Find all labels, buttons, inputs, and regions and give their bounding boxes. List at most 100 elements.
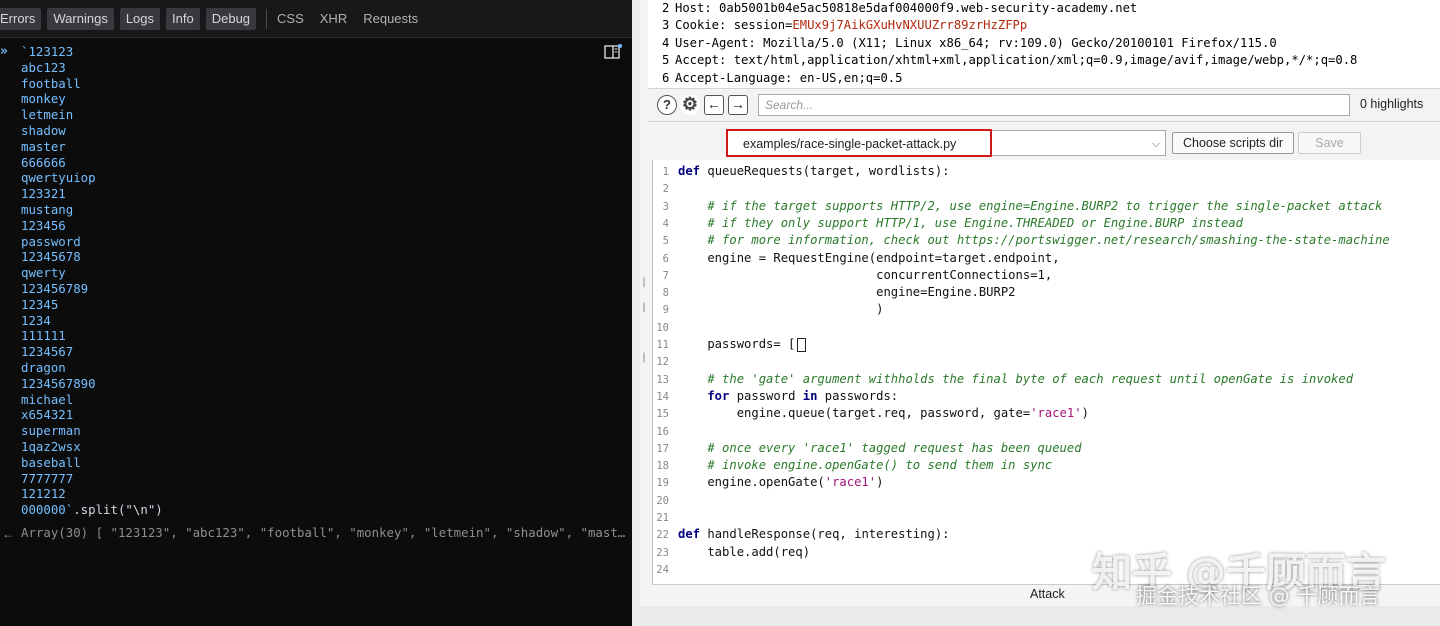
forward-arrow-icon[interactable]: → — [728, 95, 748, 115]
gutter-marks: | | | — [641, 277, 648, 363]
filter-debug-button[interactable]: Debug — [205, 7, 257, 30]
code-line: 15 engine.queue(target.req, password, ga… — [653, 405, 1440, 422]
code-text: # the 'gate' argument withholds the fina… — [678, 371, 1354, 386]
console-input-last-line: 000000`.split("\n") — [0, 502, 632, 518]
console-input-line: `123123 — [21, 44, 74, 59]
toolbar-divider — [266, 8, 268, 29]
script-code-editor[interactable]: 1 def queueRequests(target, wordlists): 2 3… — [652, 160, 1440, 584]
console-input-line: letmein — [21, 107, 74, 123]
code-line: 21 — [653, 509, 1440, 526]
console-input-line: qwerty — [21, 265, 66, 281]
line-number: 1 — [662, 166, 669, 178]
annotation-highlight-box — [726, 129, 992, 157]
code-text: engine = RequestEngine(endpoint=target.e… — [678, 250, 1060, 265]
line-number: 3 — [662, 200, 669, 213]
filter-xhr-button[interactable]: XHR — [320, 11, 347, 26]
console-input-line: monkey — [21, 91, 66, 107]
filter-errors-button[interactable]: Errors — [0, 7, 42, 30]
console-input-line: shadow — [21, 122, 66, 138]
code-text: engine=Engine.BURP2 — [678, 285, 1016, 300]
code-text: def queueRequests(target, wordlists): — [678, 164, 950, 178]
code-line: 13 # the 'gate' argument withholds the f… — [653, 371, 1440, 388]
console-input[interactable]: `123123 abc123 football monkey letmein shadow… — [0, 44, 632, 518]
code-line: 10 — [653, 319, 1440, 336]
line-number: 12 — [656, 356, 669, 369]
console-input-line: 12345 — [21, 296, 59, 312]
console-output-result[interactable]: Array(30) [ "123123", "abc123", "footbal… — [0, 525, 632, 543]
code-line: 2 — [653, 180, 1440, 197]
code-line: 18 # invoke engine.openGate() to send th… — [653, 457, 1440, 474]
console-input-line: mustang — [21, 201, 74, 217]
console-input-line: qwertyuiop — [21, 170, 96, 186]
code-text: table.add(req) — [678, 544, 811, 559]
header-value: Mozilla/5.0 (X11; Linux x86_64; rv:109.0… — [763, 35, 1277, 50]
console-input-line: superman — [21, 423, 81, 439]
console-input-line: 123321 — [21, 186, 66, 202]
filter-requests-button[interactable]: Requests — [363, 11, 418, 26]
line-number: 18 — [656, 460, 669, 473]
code-line: 4 # if they only support HTTP/1, use Eng… — [653, 215, 1440, 232]
line-number: 3 — [662, 18, 670, 33]
line-number: 4 — [662, 217, 669, 230]
attack-button[interactable]: Attack — [1030, 587, 1065, 601]
code-line: 9 ) — [653, 301, 1440, 318]
console-input-line: 7777777 — [21, 470, 74, 486]
line-number: 11 — [656, 339, 669, 351]
console-input-line: x654321 — [21, 407, 74, 423]
request-header-line: 4 User-Agent: Mozilla/5.0 (X11; Linux x86… — [648, 35, 1440, 52]
filter-info-button[interactable]: Info — [166, 7, 200, 30]
choose-scripts-dir-button[interactable]: Choose scripts dir — [1172, 132, 1294, 154]
code-line: 20 — [653, 492, 1440, 509]
line-number: 5 — [662, 235, 669, 248]
header-value: EMUx9j7AikGXuHvNXUUZrr89zrHzZFPp — [792, 18, 1028, 33]
line-number: 22 — [656, 529, 669, 542]
line-number: 23 — [656, 546, 669, 559]
code-text: def handleResponse(req, interesting): — [678, 527, 950, 542]
code-line: 14 for password in passwords: — [653, 388, 1440, 405]
code-text: ) — [678, 302, 884, 317]
request-header-line: 2 Host: 0ab5001b04e5ac50818e5daf004000f9.… — [648, 0, 1440, 17]
save-button[interactable]: Save — [1298, 132, 1361, 154]
code-line: 16 — [653, 423, 1440, 440]
console-input-line: 1qaz2wsx — [21, 438, 81, 454]
console-input-line: baseball — [21, 454, 81, 470]
header-name: Accept: — [675, 53, 734, 68]
header-value: text/html,application/xhtml+xml,applicat… — [733, 53, 1358, 68]
line-number: 20 — [656, 494, 669, 507]
code-text: engine.queue(target.req, password, gate=… — [678, 406, 1089, 421]
line-number: 13 — [656, 373, 669, 386]
header-name: User-Agent: — [675, 35, 764, 50]
header-name: Host: — [675, 1, 720, 15]
console-input-line: 666666 — [21, 154, 66, 170]
back-arrow-icon[interactable]: ← — [704, 95, 724, 115]
gear-icon[interactable]: ⚙ — [680, 95, 700, 115]
code-text: for password in passwords: — [678, 388, 899, 403]
filter-css-button[interactable]: CSS — [277, 11, 304, 26]
watermark-juejin: 掘金技术社区 @ 千顾而言 — [1136, 584, 1381, 608]
console-input-line: 1234567 — [21, 344, 74, 360]
line-number: 21 — [656, 512, 669, 524]
browser-console: Errors Warnings Logs Info Debug CSS XHR … — [0, 0, 632, 626]
console-input-line: 123456789 — [21, 280, 89, 296]
console-input-line: 1234 — [21, 312, 51, 328]
filter-logs-button[interactable]: Logs — [119, 7, 161, 30]
code-text: engine.openGate('race1') — [678, 475, 884, 490]
search-input[interactable]: Search... — [758, 94, 1350, 116]
request-header-line: 3 Cookie: session=EMUx9j7AikGXuHvNXUUZrr8… — [648, 17, 1440, 34]
help-icon[interactable]: ? — [657, 95, 677, 115]
text-cursor — [797, 337, 807, 352]
console-input-line: abc123 — [21, 59, 66, 75]
line-number: 2 — [662, 183, 669, 196]
header-name: Accept-Language: — [675, 70, 800, 85]
console-input-line: password — [21, 233, 81, 249]
code-text: # invoke engine.openGate() to send them … — [678, 458, 1053, 473]
filter-warnings-button[interactable]: Warnings — [47, 7, 114, 30]
line-number: 7 — [662, 269, 669, 282]
header-value: 0ab5001b04e5ac50818e5daf004000f9.web-sec… — [719, 1, 1138, 15]
header-name: Cookie: session= — [675, 18, 793, 33]
console-input-line: football — [21, 75, 81, 91]
line-number: 6 — [662, 70, 670, 85]
console-input-line: michael — [21, 391, 74, 407]
line-number: 17 — [656, 442, 669, 455]
chevron-down-icon[interactable]: ⌵ — [1152, 138, 1160, 151]
